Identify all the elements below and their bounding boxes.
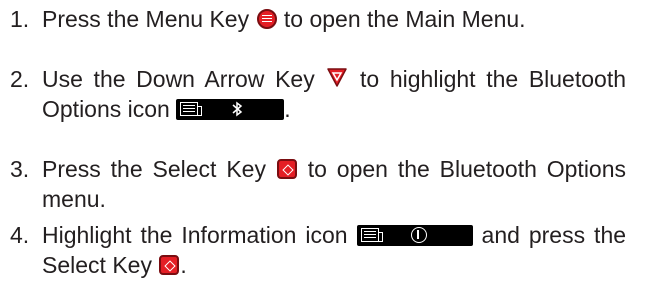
step-1: 1. Press the Menu Key to open the Main M… — [10, 4, 626, 34]
menu-key-icon — [256, 9, 277, 29]
step-text: Use the Down Arrow Key — [42, 66, 315, 92]
step-text: Highlight the Information icon — [42, 222, 348, 248]
step-number: 2. — [10, 66, 30, 92]
select-key-icon — [159, 255, 180, 275]
step-text: . — [180, 252, 187, 278]
step-number: 3. — [10, 156, 30, 182]
step-number: 4. — [10, 222, 30, 248]
bluetooth-options-icon — [176, 99, 285, 120]
step-number: 1. — [10, 6, 30, 32]
step-text: . — [284, 96, 291, 122]
step-2: 2. Use the Down Arrow Key to highlight t… — [10, 64, 626, 124]
step-text: Press the Menu Key — [42, 6, 250, 32]
step-text: to open the Main Menu. — [283, 6, 526, 32]
step-text: Press the Select Key — [42, 156, 266, 182]
down-arrow-key-icon — [326, 66, 348, 88]
keyboard-icon — [180, 102, 203, 116]
select-key-icon — [276, 159, 297, 179]
bluetooth-icon — [232, 101, 243, 117]
step-3: 3. Press the Select Key to open the Blue… — [10, 154, 626, 214]
step-4: 4. Highlight the Information icon and pr… — [10, 220, 626, 280]
info-circle-icon — [410, 227, 427, 243]
information-icon — [356, 225, 473, 246]
keyboard-icon — [360, 228, 383, 242]
